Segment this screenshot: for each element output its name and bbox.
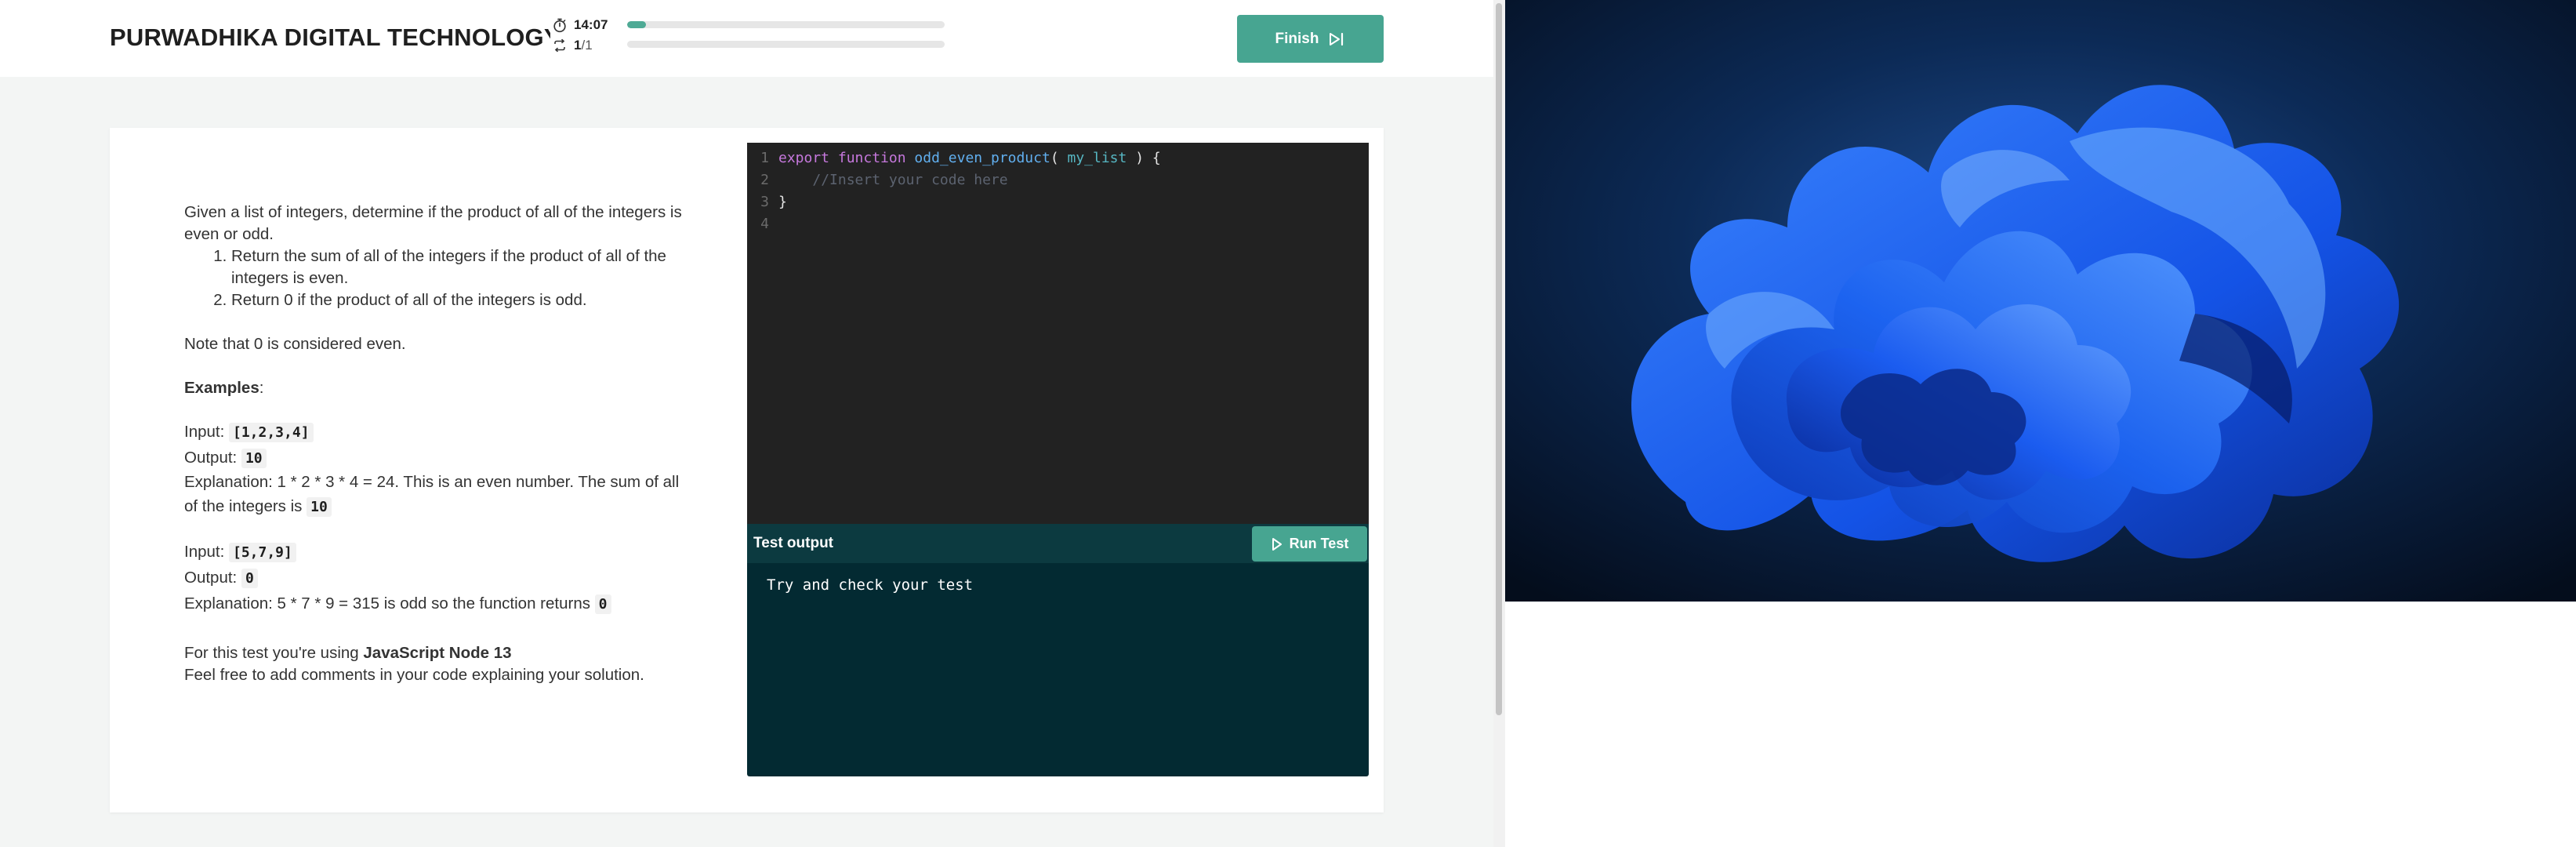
bloom-wallpaper-image [1505,0,2576,602]
timer-progress-fill [627,21,647,28]
test-output-header: Test output Run Test [747,524,1369,563]
examples-label: Examples [184,379,259,397]
problem-note: Note that 0 is considered even. [184,335,406,353]
repeat-icon [554,38,565,53]
code-editor[interactable]: 1 export function odd_even_product( my_li… [747,143,1369,524]
examples-heading: Examples: [184,377,686,399]
input-label: Input: [184,423,225,441]
code-punctuation: ( [1050,150,1059,166]
question-count: 1/1 [574,38,593,53]
runtime-prefix: For this test you're using [184,644,359,662]
example-input: Input: [1,2,3,4] [184,421,686,444]
finish-label: Finish [1275,30,1319,47]
closing-note: Feel free to add comments in your code e… [184,666,644,684]
code-function-name: odd_even_product [914,150,1050,166]
timer-value: 14:07 [574,17,608,32]
line-number: 2 [760,172,769,188]
question-total: /1 [581,38,593,53]
example-explanation: Explanation: 1 * 2 * 3 * 4 = 24. This is… [184,470,686,519]
examples-colon: : [259,379,264,397]
code-keyword: function [837,150,906,166]
scrollbar-thumb[interactable] [1496,3,1502,715]
test-output-panel: Try and check your test [747,563,1369,776]
code-parameter: my_list [1067,150,1127,166]
example-explanation: Explanation: 5 * 7 * 9 = 315 is odd so t… [184,593,686,616]
code-line[interactable]: 2 //Insert your code here [747,169,1008,191]
problem-statement: Given a list of integers, determine if t… [184,202,686,686]
test-output-text: Try and check your test [767,576,974,594]
rule-item: Return the sum of all of the integers if… [231,245,686,289]
brand-title: PURWADHIKA DIGITAL TECHNOLOGY SCHOOL [110,24,550,51]
problem-intro: Given a list of integers, determine if t… [184,203,682,243]
output-value: 10 [241,449,267,468]
problem-rules: Return the sum of all of the integers if… [184,245,686,311]
output-label: Output: [184,449,238,467]
skip-forward-icon [1330,32,1344,45]
code-line[interactable]: 1 export function odd_even_product( my_li… [747,147,1161,169]
question-counter: 1/1 [552,36,593,55]
test-output-title: Test output [753,535,834,551]
code-comment: //Insert your code here [812,172,1008,188]
desktop-wallpaper [1505,0,2576,602]
page-scrollbar[interactable] [1493,0,1505,847]
play-icon [1272,537,1282,551]
example-input: Input: [5,7,9] [184,541,686,564]
explanation-text: Explanation: 5 * 7 * 9 = 315 is odd so t… [184,594,590,613]
question-progress-bar [627,41,945,48]
runtime-line: For this test you're using JavaScript No… [184,642,686,664]
input-label: Input: [184,543,225,561]
timer-progress-bar [627,21,945,28]
example-output: Output: 0 [184,567,686,590]
explanation-text: Explanation: 1 * 2 * 3 * 4 = 24. This is… [184,473,680,515]
example-output: Output: 10 [184,447,686,470]
output-label: Output: [184,569,238,587]
finish-button[interactable]: Finish [1237,15,1384,63]
line-number: 3 [760,194,769,210]
test-page: PURWADHIKA DIGITAL TECHNOLOGY SCHOOL 14:… [0,0,1505,847]
top-bar: PURWADHIKA DIGITAL TECHNOLOGY SCHOOL 14:… [0,0,1493,77]
run-test-button[interactable]: Run Test [1252,526,1367,562]
question-card: Given a list of integers, determine if t… [110,128,1384,812]
code-line[interactable]: 3} [747,191,787,213]
code-line[interactable]: 4 [747,213,778,235]
line-number: 1 [760,150,769,166]
run-test-label: Run Test [1289,536,1349,551]
timer: 14:07 [552,16,608,35]
input-value: [1,2,3,4] [229,423,314,442]
output-value: 0 [241,569,258,588]
rule-item: Return 0 if the product of all of the in… [231,289,686,311]
code-punctuation: } [778,194,787,210]
input-value: [5,7,9] [229,543,296,562]
line-number: 4 [760,216,769,232]
runtime-name: JavaScript Node 13 [363,644,512,662]
explanation-value: 10 [307,497,332,517]
code-keyword: export [778,150,830,166]
stopwatch-icon [553,18,566,33]
explanation-value: 0 [594,594,611,614]
code-punctuation: ) { [1135,150,1161,166]
